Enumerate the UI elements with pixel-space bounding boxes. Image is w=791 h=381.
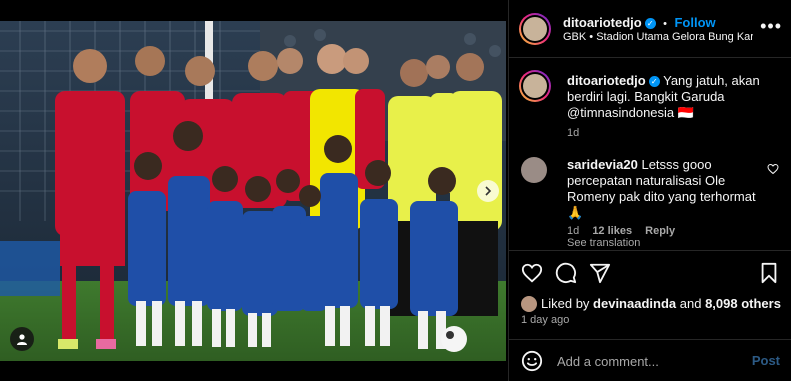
liker-avatar: [521, 296, 537, 312]
post-media-pane: [0, 0, 508, 381]
caption-username[interactable]: ditoariotedjo: [567, 73, 646, 88]
post-caption: ditoariotedjo ✓ Yang jatuh, akan berdiri …: [567, 73, 782, 141]
post-comment-button[interactable]: Post: [752, 353, 780, 368]
commenter-avatar[interactable]: [521, 157, 547, 183]
likes-prefix: Liked by: [541, 296, 590, 311]
comment-likes[interactable]: 12 likes: [592, 225, 632, 237]
smile-icon: [521, 350, 543, 372]
carousel-next-button[interactable]: [477, 180, 499, 202]
comment-reply-button[interactable]: Reply: [645, 225, 675, 237]
verified-icon: ✓: [648, 76, 660, 87]
chevron-right-icon: [485, 186, 492, 196]
caption-age: 1d: [567, 127, 580, 139]
comment-age: 1d: [567, 225, 580, 237]
author-avatar[interactable]: [519, 13, 551, 45]
comment-like-button[interactable]: [767, 162, 779, 180]
user-tag-button[interactable]: [10, 327, 34, 351]
heart-icon: [521, 263, 543, 283]
comment-composer: Post: [509, 339, 791, 381]
post-sidebar: ditoariotedjo ✓ • Follow GBK • Stadion Ut…: [508, 0, 791, 381]
verified-icon: ✓: [644, 18, 656, 29]
post-timestamp: 1 day ago: [521, 314, 570, 326]
likes-count[interactable]: 8,098 others: [705, 296, 781, 311]
likes-joiner: and: [679, 296, 702, 311]
liker-username[interactable]: devinaadinda: [593, 296, 676, 311]
more-options-button[interactable]: •••: [760, 16, 782, 37]
post-header: ditoariotedjo ✓ • Follow GBK • Stadion Ut…: [509, 0, 791, 58]
emoji-button[interactable]: [521, 350, 543, 377]
save-button[interactable]: [759, 262, 779, 289]
heart-icon: [767, 163, 779, 175]
user-tag-icon: [17, 334, 27, 345]
follow-button[interactable]: Follow: [674, 15, 715, 30]
post-location[interactable]: GBK • Stadion Utama Gelora Bung Karno: [563, 31, 753, 43]
comment-meta: 1d 12 likes Reply: [567, 225, 685, 237]
caption-avatar[interactable]: [519, 70, 551, 102]
author-username[interactable]: ditoariotedjo: [563, 15, 642, 30]
comment-username[interactable]: saridevia20: [567, 157, 638, 172]
post-photo[interactable]: [0, 21, 506, 361]
likes-summary: Liked by devinaadinda and 8,098 others: [521, 296, 781, 312]
share-icon: [589, 263, 611, 284]
comment-button[interactable]: [555, 262, 577, 289]
team-lineup-photo: [0, 21, 506, 361]
bookmark-icon: [761, 262, 777, 284]
like-button[interactable]: [521, 262, 543, 289]
comment-item: saridevia20 Letsss gooo percepatan natur…: [567, 157, 767, 221]
share-button[interactable]: [589, 262, 611, 289]
follow-separator: •: [663, 18, 668, 30]
see-translation-link[interactable]: See translation: [567, 237, 640, 249]
post-actions: [509, 250, 791, 291]
comment-input[interactable]: [555, 350, 739, 372]
comment-icon: [555, 262, 577, 284]
